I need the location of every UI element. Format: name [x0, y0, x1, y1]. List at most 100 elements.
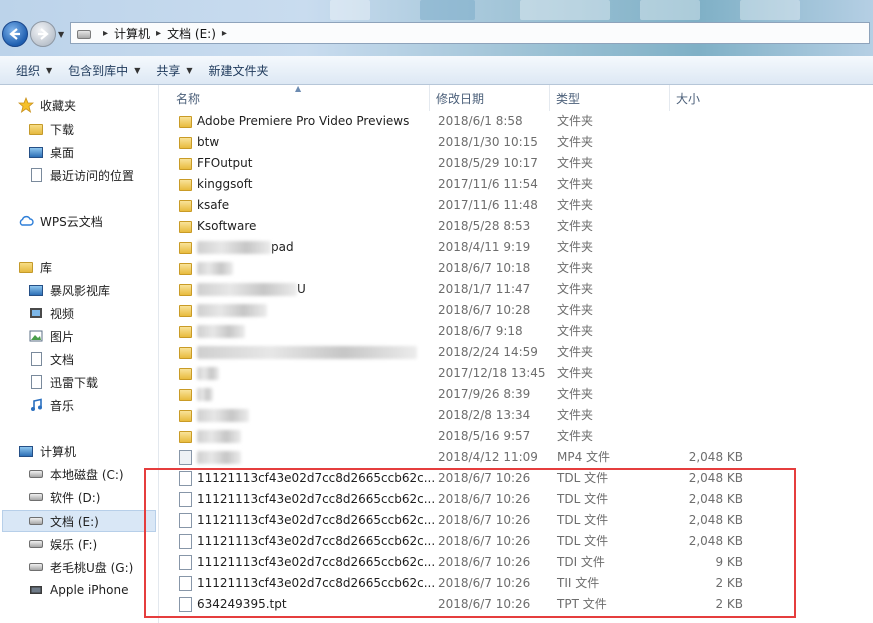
- organize-label: 组织: [16, 63, 41, 78]
- file-row[interactable]: 2017/12/18 13:45 文件夹: [175, 363, 865, 384]
- file-row[interactable]: FFOutput 2018/5/29 10:17 文件夹: [175, 153, 865, 174]
- title-bar: ▼ ▸ 计算机 ▸ 文档 (E:) ▸: [0, 0, 873, 56]
- file-row[interactable]: 11121113cf43e02d7cc8d2665ccb62c... 2018/6…: [175, 468, 865, 489]
- file-row[interactable]: 2017/9/26 8:39 文件夹: [175, 384, 865, 405]
- file-row[interactable]: Adobe Premiere Pro Video Previews 2018/6/…: [175, 111, 865, 132]
- column-type[interactable]: 类型: [550, 85, 670, 111]
- drive-icon: [28, 489, 44, 505]
- nav-item-drive-c[interactable]: 本地磁盘 (C:): [28, 463, 124, 485]
- file-type: 文件夹: [557, 198, 594, 212]
- file-row[interactable]: 2018/2/24 14:59 文件夹: [175, 342, 865, 363]
- file-size: 2 KB: [715, 576, 743, 590]
- address-bar[interactable]: ▸ 计算机 ▸ 文档 (E:) ▸: [70, 22, 870, 44]
- nav-item-videos[interactable]: 视频: [28, 302, 74, 324]
- file-row[interactable]: 2018/6/7 9:18 文件夹: [175, 321, 865, 342]
- breadcrumb-drive-e[interactable]: 文档 (E:): [167, 25, 216, 42]
- nav-item-drive-e[interactable]: 文档 (E:): [28, 510, 99, 532]
- blurred-tab: [330, 0, 370, 20]
- nav-item-downloads[interactable]: 下载: [28, 118, 74, 140]
- new-folder-button[interactable]: 新建文件夹: [209, 62, 269, 79]
- file-row[interactable]: pad 2018/4/11 9:19 文件夹: [175, 237, 865, 258]
- redacted-name: [197, 430, 241, 443]
- file-row[interactable]: 2018/4/12 11:09 MP4 文件 2,048 KB: [175, 447, 865, 468]
- file-name-text: ksafe: [197, 198, 230, 212]
- file-row[interactable]: btw 2018/1/30 10:15 文件夹: [175, 132, 865, 153]
- nav-item-drive-d[interactable]: 软件 (D:): [28, 486, 100, 508]
- blurred-tab: [420, 0, 475, 20]
- column-name[interactable]: 名称: [170, 85, 430, 111]
- file-name: [197, 447, 241, 468]
- file-row[interactable]: 11121113cf43e02d7cc8d2665ccb62c... 2018/6…: [175, 552, 865, 573]
- folder-icon: [179, 179, 192, 191]
- share-label: 共享: [156, 63, 181, 78]
- column-modified[interactable]: 修改日期: [430, 85, 550, 111]
- file-row[interactable]: U 2018/1/7 11:47 文件夹: [175, 279, 865, 300]
- usb-drive-icon: [28, 559, 44, 575]
- back-button[interactable]: [2, 21, 28, 47]
- file-type: 文件夹: [557, 324, 594, 338]
- breadcrumb-computer[interactable]: 计算机: [114, 25, 150, 42]
- file-row[interactable]: ksafe 2017/11/6 11:48 文件夹: [175, 195, 865, 216]
- file-type: 文件夹: [557, 114, 594, 128]
- file-type: TDL 文件: [557, 513, 609, 527]
- file-date: 2018/6/7 10:26: [438, 597, 531, 611]
- nav-favorites[interactable]: 收藏夹: [18, 94, 76, 116]
- nav-item-documents[interactable]: 文档: [28, 348, 74, 370]
- nav-label: 下载: [50, 122, 75, 137]
- file-date: 2018/6/7 9:18: [438, 324, 523, 338]
- file-row[interactable]: 2018/2/8 13:34 文件夹: [175, 405, 865, 426]
- file-row[interactable]: 634249395.tpt 2018/6/7 10:26 TPT 文件 2 KB: [175, 594, 865, 615]
- file-row[interactable]: 11121113cf43e02d7cc8d2665ccb62c... 2018/6…: [175, 510, 865, 531]
- include-in-library-button[interactable]: 包含到库中 ▼: [68, 62, 140, 79]
- column-size[interactable]: 大小: [670, 85, 760, 111]
- blurred-tab: [640, 0, 700, 20]
- chevron-right-icon[interactable]: ▸: [222, 28, 227, 39]
- folder-icon: [179, 410, 192, 422]
- file-type: TDL 文件: [557, 471, 609, 485]
- file-row[interactable]: 2018/6/7 10:28 文件夹: [175, 300, 865, 321]
- nav-label: Apple iPhone: [50, 583, 129, 597]
- file-row[interactable]: 11121113cf43e02d7cc8d2665ccb62c... 2018/6…: [175, 531, 865, 552]
- file-row[interactable]: Ksoftware 2018/5/28 8:53 文件夹: [175, 216, 865, 237]
- file-name: [197, 342, 417, 363]
- nav-wps-cloud[interactable]: WPS云文档: [18, 210, 103, 232]
- recent-pages-dropdown-icon[interactable]: ▼: [58, 30, 68, 40]
- file-size: 2,048 KB: [688, 471, 743, 485]
- nav-item-thunder[interactable]: 迅雷下载: [28, 371, 98, 393]
- nav-item-pictures[interactable]: 图片: [28, 325, 74, 347]
- file-date: 2018/6/7 10:26: [438, 555, 531, 569]
- nav-label: 最近访问的位置: [50, 168, 135, 183]
- chevron-right-icon[interactable]: ▸: [103, 28, 108, 39]
- nav-libraries[interactable]: 库: [18, 256, 52, 278]
- file-row[interactable]: 11121113cf43e02d7cc8d2665ccb62c... 2018/6…: [175, 573, 865, 594]
- share-button[interactable]: 共享 ▼: [156, 62, 192, 79]
- file-row[interactable]: 2018/6/7 10:18 文件夹: [175, 258, 865, 279]
- nav-item-drive-f[interactable]: 娱乐 (F:): [28, 533, 97, 555]
- chevron-right-icon[interactable]: ▸: [156, 28, 161, 39]
- nav-label: 库: [40, 260, 53, 275]
- file-type: 文件夹: [557, 219, 594, 233]
- file-date: 2018/6/7 10:26: [438, 492, 531, 506]
- file-type: TDL 文件: [557, 492, 609, 506]
- file-name: [197, 321, 245, 342]
- file-row[interactable]: kinggsoft 2017/11/6 11:54 文件夹: [175, 174, 865, 195]
- folder-icon: [179, 242, 192, 254]
- nav-label: 视频: [50, 306, 75, 321]
- file-type: 文件夹: [557, 387, 594, 401]
- file-date: 2018/1/7 11:47: [438, 282, 531, 296]
- nav-item-desktop[interactable]: 桌面: [28, 141, 74, 163]
- file-name: [197, 426, 241, 447]
- file-name-text: btw: [197, 135, 220, 149]
- nav-item-baofeng[interactable]: 暴风影视库: [28, 279, 110, 301]
- nav-computer[interactable]: 计算机: [18, 440, 76, 462]
- redacted-name: [197, 409, 249, 422]
- forward-button[interactable]: [30, 21, 56, 47]
- file-row[interactable]: 2018/5/16 9:57 文件夹: [175, 426, 865, 447]
- file-name: [197, 363, 219, 384]
- organize-button[interactable]: 组织 ▼: [16, 62, 52, 79]
- nav-item-iphone[interactable]: Apple iPhone: [28, 579, 128, 601]
- nav-item-recent[interactable]: 最近访问的位置: [28, 164, 134, 186]
- file-row[interactable]: 11121113cf43e02d7cc8d2665ccb62c... 2018/6…: [175, 489, 865, 510]
- nav-item-drive-g[interactable]: 老毛桃U盘 (G:): [28, 556, 133, 578]
- nav-item-music[interactable]: 音乐: [28, 394, 74, 416]
